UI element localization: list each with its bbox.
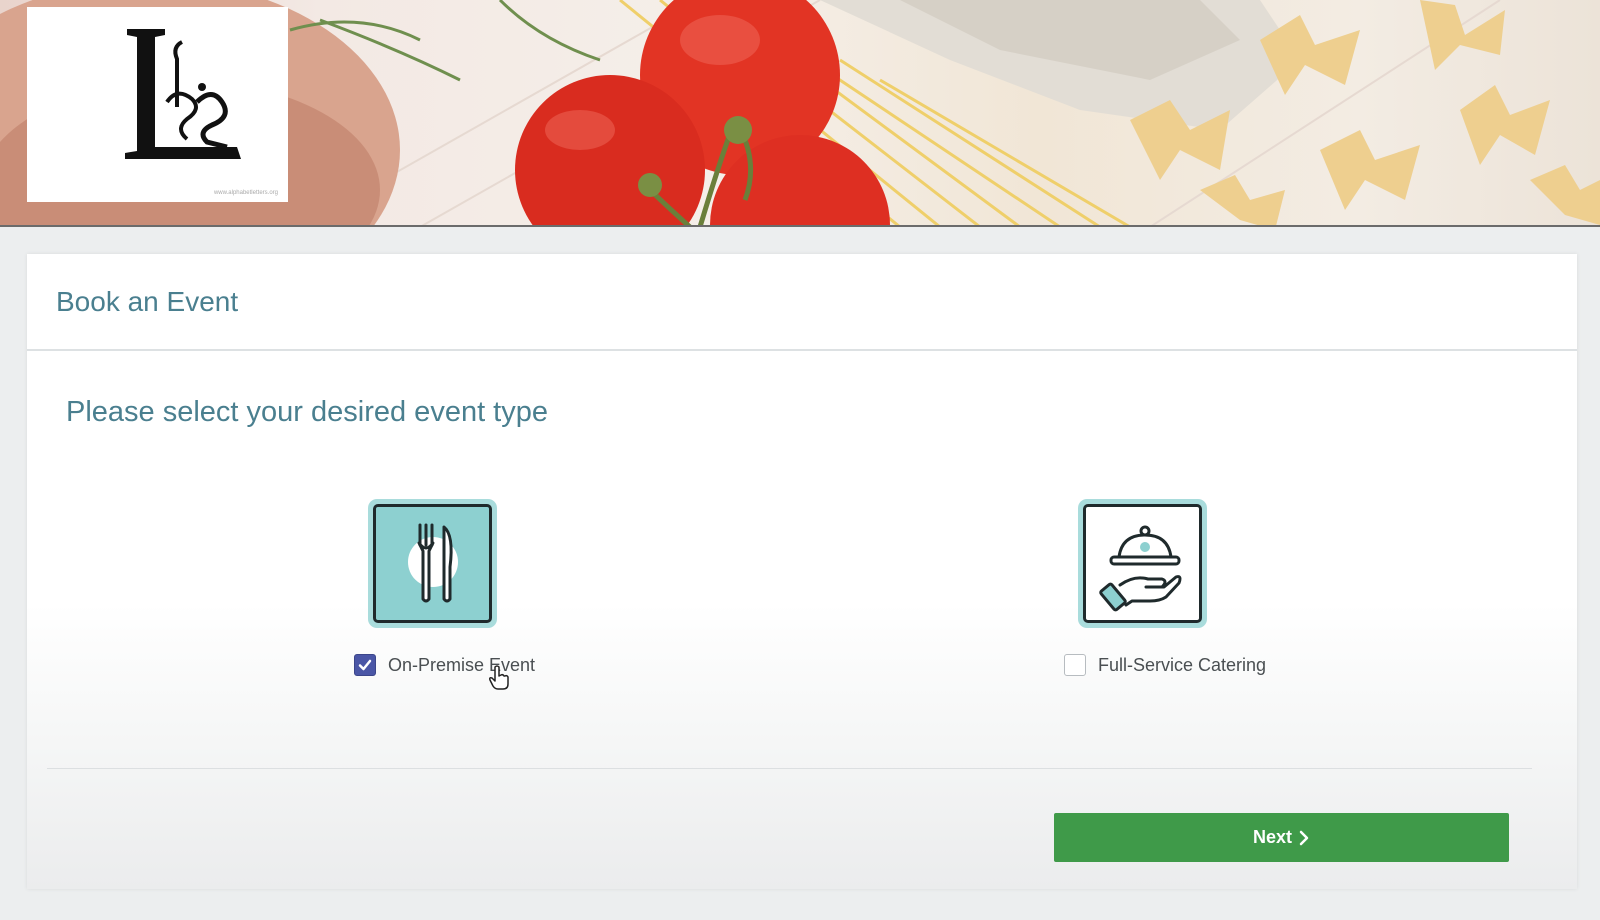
logo-monogram-icon [125, 29, 241, 159]
option-on-premise[interactable]: On-Premise Event [272, 499, 572, 699]
header-banner: www.alphabetletters.org [0, 0, 1600, 227]
on-premise-checkbox[interactable] [354, 654, 376, 676]
chevron-right-icon [1299, 830, 1309, 845]
restaurant-logo[interactable]: www.alphabetletters.org [27, 7, 288, 202]
footer-divider [47, 768, 1532, 769]
catering-label[interactable]: Full-Service Catering [1098, 655, 1266, 676]
next-button-label: Next [1252, 827, 1292, 847]
cloche-hand-icon [1099, 525, 1182, 612]
on-premise-checkbox-row[interactable]: On-Premise Event [354, 654, 535, 676]
fork-knife-plate-icon [408, 523, 458, 603]
logo-credit-text: www.alphabetletters.org [213, 190, 278, 196]
catering-checkbox-row[interactable]: Full-Service Catering [1064, 654, 1266, 676]
event-type-prompt: Please select your desired event type [66, 396, 548, 428]
next-button[interactable]: Next [1054, 813, 1509, 862]
page-title: Book an Event [56, 285, 239, 317]
on-premise-label[interactable]: On-Premise Event [388, 655, 535, 676]
booking-card: Book an Event Please select your desired… [27, 254, 1577, 889]
checkmark-icon [358, 659, 372, 671]
card-header: Book an Event [27, 254, 1577, 351]
catering-tile[interactable] [1078, 499, 1207, 628]
catering-checkbox[interactable] [1064, 654, 1086, 676]
option-full-service-catering[interactable]: Full-Service Catering [982, 499, 1282, 699]
on-premise-tile[interactable] [368, 499, 497, 628]
